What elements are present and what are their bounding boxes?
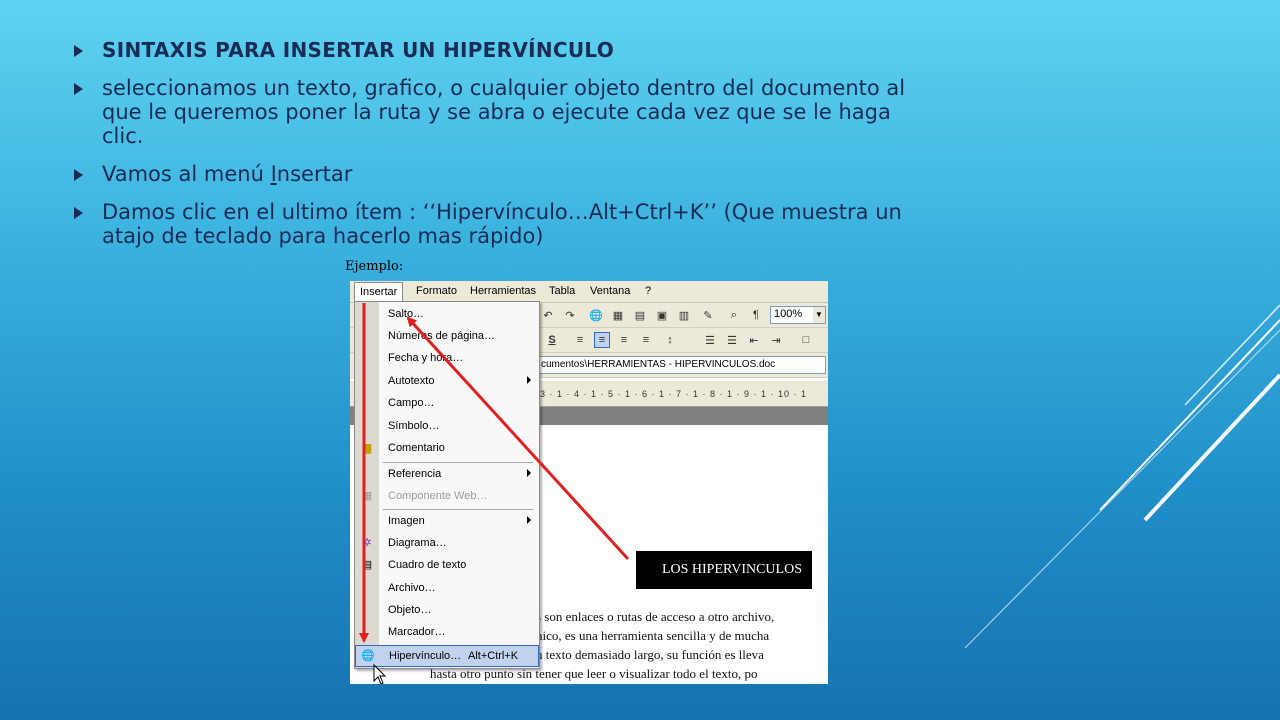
slide-bullet-list: SINTAXIS PARA INSERTAR UN HIPERVÍNCULO s… <box>74 38 934 262</box>
menu-item-imagen[interactable]: Imagen <box>355 511 539 533</box>
drawing-icon[interactable]: ✎ <box>700 307 716 323</box>
menu-item-referencia[interactable]: Referencia <box>355 464 539 486</box>
insert-hyperlink-icon[interactable]: 🌐 <box>588 307 604 323</box>
menu-separator <box>383 462 533 463</box>
bullet-item: seleccionamos un texto, grafico, o cualq… <box>74 76 934 148</box>
bullet-heading: SINTAXIS PARA INSERTAR UN HIPERVÍNCULO <box>74 38 934 62</box>
undo-icon[interactable]: ↶ <box>540 307 556 323</box>
menu-help[interactable]: ? <box>645 285 651 297</box>
document-line: nico, es una herramienta sencilla y de m… <box>536 628 770 643</box>
bullet-item: Vamos al menú Insertar <box>74 162 934 186</box>
redo-icon[interactable]: ↷ <box>562 307 578 323</box>
bullet-arrow-icon <box>74 207 83 219</box>
word-screenshot: Insertar Formato Herramientas Tabla Vent… <box>350 281 828 684</box>
bullet-text: Damos clic en el ultimo ítem : ‘‘Hiperví… <box>102 200 902 248</box>
diagram-icon: ✲ <box>362 537 372 549</box>
text-box-icon: ▤ <box>361 559 373 571</box>
tables-borders-icon[interactable]: ▦ <box>610 307 626 323</box>
submenu-arrow-icon <box>527 376 531 384</box>
bullet-item: Damos clic en el ultimo ítem : ‘‘Hiperví… <box>74 200 934 248</box>
menu-item-archivo[interactable]: Archivo… <box>355 578 539 600</box>
menu-separator <box>383 509 533 510</box>
align-right-icon[interactable]: ≡ <box>616 332 632 348</box>
columns-icon[interactable]: ▥ <box>676 307 692 323</box>
web-component-icon: ▦ <box>361 490 373 502</box>
insert-table-icon[interactable]: ▤ <box>632 307 648 323</box>
bullet-text-before: Vamos al menú <box>102 162 271 186</box>
menu-item-componente-web: ▦ Componente Web… <box>361 490 488 502</box>
bullets-icon[interactable]: ☰ <box>724 332 740 348</box>
menu-formato[interactable]: Formato <box>416 285 457 297</box>
menu-item-simbolo[interactable]: Símbolo… <box>355 416 539 438</box>
ruler-marks: 3 · 1 · 4 · 1 · 5 · 1 · 6 · 1 · 7 · 1 · … <box>540 389 808 399</box>
menu-tabla[interactable]: Tabla <box>549 285 575 297</box>
border-icon[interactable]: □ <box>798 332 814 348</box>
document-map-icon[interactable]: ⌕ <box>726 307 742 323</box>
increase-indent-icon[interactable]: ⇥ <box>768 332 784 348</box>
bullet-arrow-icon <box>74 45 83 57</box>
zoom-select[interactable]: 100% ▼ <box>770 306 826 324</box>
example-label: Ejemplo: <box>345 259 404 274</box>
bullet-arrow-icon <box>74 83 83 95</box>
zoom-value: 100% <box>774 308 803 320</box>
hyperlink-shortcut: Alt+Ctrl+K <box>468 650 519 662</box>
insertar-dropdown-menu: Salto… Números de página… Fecha y hora… … <box>354 301 540 669</box>
bullet-text-after: nsertar <box>276 162 353 186</box>
menubar: Insertar Formato Herramientas Tabla Vent… <box>350 281 828 303</box>
menu-item-hipervinculo[interactable]: 🌐 Hipervínculo… Alt+Ctrl+K <box>355 645 539 667</box>
document-title-box: LOS HIPERVINCULOS <box>636 551 812 589</box>
menu-item-salto[interactable]: Salto… <box>355 304 539 326</box>
menu-item-autotexto[interactable]: Autotexto <box>355 371 539 393</box>
numbering-icon[interactable]: ☰ <box>702 332 718 348</box>
decrease-indent-icon[interactable]: ⇤ <box>746 332 762 348</box>
chevron-down-icon[interactable]: ▼ <box>813 307 825 323</box>
line-spacing-icon[interactable]: ↕ <box>662 332 678 348</box>
align-left-icon[interactable]: ≡ <box>572 332 588 348</box>
document-line: s son enlaces o rutas de acceso a otro a… <box>536 609 775 624</box>
insert-excel-icon[interactable]: ▣ <box>654 307 670 323</box>
bullet-arrow-icon <box>74 169 83 181</box>
menu-item-numeros-pagina[interactable]: Números de página… <box>355 326 539 348</box>
menu-item-diagrama[interactable]: ✲ Diagrama… <box>355 533 539 555</box>
menu-item-comentario[interactable]: ▆ Comentario <box>355 438 539 460</box>
menu-item-fecha-hora[interactable]: Fecha y hora… <box>355 348 539 370</box>
underline-icon[interactable]: S <box>544 332 560 348</box>
bullet-text: seleccionamos un texto, grafico, o cualq… <box>102 76 906 148</box>
menu-insertar[interactable]: Insertar <box>354 282 404 302</box>
menu-item-objeto[interactable]: Objeto… <box>355 600 539 622</box>
justify-icon[interactable]: ≡ <box>638 332 654 348</box>
show-hide-icon[interactable]: ¶ <box>748 307 764 323</box>
bullet-text: SINTAXIS PARA INSERTAR UN HIPERVÍNCULO <box>102 38 615 62</box>
menu-item-marcador[interactable]: Marcador… <box>355 622 539 644</box>
address-field[interactable]: cumentos\HERRAMIENTAS - HIPERVINCULOS.do… <box>536 356 826 374</box>
submenu-arrow-icon <box>527 469 531 477</box>
document-line: n texto demasiado largo, su función es l… <box>536 647 764 662</box>
menu-herramientas[interactable]: Herramientas <box>470 285 536 297</box>
comment-icon: ▆ <box>362 442 372 454</box>
menu-ventana[interactable]: Ventana <box>590 285 630 297</box>
hyperlink-globe-icon: 🌐 <box>361 650 375 662</box>
align-center-icon[interactable]: ≡ <box>594 332 610 348</box>
menu-item-cuadro-texto[interactable]: ▤ Cuadro de texto <box>355 555 539 577</box>
submenu-arrow-icon <box>527 516 531 524</box>
menu-item-campo[interactable]: Campo… <box>355 393 539 415</box>
